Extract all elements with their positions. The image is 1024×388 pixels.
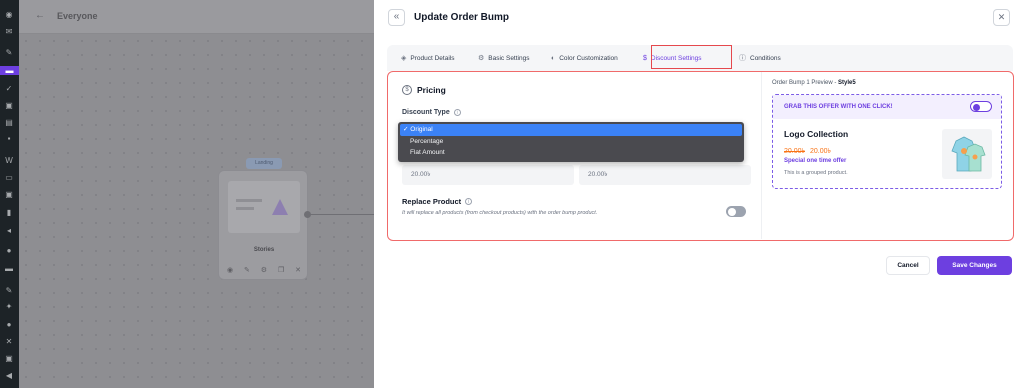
palette-icon: ◐: [551, 54, 556, 62]
bump-cta: GRAB THIS OFFER WITH ONE CLICK!: [784, 104, 893, 110]
preview-label-text: Order Bump 1 Preview -: [772, 80, 839, 86]
flow-step-node[interactable]: Landing Stories ◉ ✎ ⚙ ❐ ✕: [218, 158, 308, 280]
marketing-icon[interactable]: ◂: [4, 226, 14, 235]
tab-label: Color Customization: [559, 54, 618, 62]
settings-icon[interactable]: ▣: [4, 354, 14, 363]
tab-bar: ◈ Product Details ⚙ Basic Settings ◐ Col…: [387, 45, 1013, 71]
step-name: Stories: [253, 247, 275, 253]
offer-text: Special one time offer: [784, 158, 847, 164]
info-icon: ⓘ: [739, 55, 746, 62]
preview-section: Order Bump 1 Preview - Style5 GRAB THIS …: [772, 72, 1012, 239]
save-changes-button[interactable]: Save Changes: [937, 256, 1012, 275]
dashboard-icon[interactable]: ◉: [4, 10, 14, 19]
discount-type-dropdown[interactable]: ✓ Original Percentage Flat Amount: [398, 122, 744, 162]
product-description: This is a grouped product.: [784, 170, 848, 176]
replace-product-text: Replace Product: [402, 197, 462, 206]
payments-icon[interactable]: ▣: [4, 190, 14, 199]
preview-style: Style5: [838, 80, 856, 86]
replace-product-description: It will replace all products (from check…: [402, 210, 598, 216]
view-icon[interactable]: ◉: [227, 266, 233, 274]
discount-type-text: Discount Type: [402, 109, 450, 116]
step-thumbnail: [228, 181, 300, 233]
option-percentage[interactable]: Percentage: [400, 136, 742, 148]
flow-title: Everyone: [57, 11, 98, 21]
option-original[interactable]: ✓ Original: [400, 124, 742, 136]
order-bump-preview: GRAB THIS OFFER WITH ONE CLICK! Logo Col…: [772, 94, 1002, 189]
back-arrow-icon[interactable]: ←: [35, 10, 45, 21]
dollar-icon: $: [643, 54, 647, 62]
tab-conditions[interactable]: ⓘ Conditions: [739, 45, 781, 71]
tab-label: Product Details: [410, 54, 455, 62]
dollar-icon: $: [402, 85, 412, 95]
tools-icon[interactable]: ✕: [4, 337, 14, 346]
replace-product-toggle[interactable]: [726, 206, 746, 217]
products-icon[interactable]: ▭: [4, 173, 14, 182]
discounted-price-input[interactable]: 20.00৳: [579, 165, 751, 185]
box-icon: ◈: [401, 55, 407, 62]
bump-header: GRAB THIS OFFER WITH ONE CLICK!: [773, 95, 1001, 119]
cancel-button[interactable]: Cancel: [886, 256, 930, 275]
discount-type-label: Discount Type i: [402, 109, 461, 116]
woo-icon[interactable]: W: [4, 156, 14, 165]
pricing-title: $ Pricing: [402, 85, 446, 95]
product-image: [942, 129, 992, 179]
tab-basic-settings[interactable]: ⚙ Basic Settings: [478, 45, 529, 71]
step-tools: ◉ ✎ ⚙ ❐ ✕: [227, 266, 301, 274]
gear-icon: ⚙: [478, 55, 485, 62]
pricing-title-text: Pricing: [417, 85, 446, 95]
discount-value-input[interactable]: 20.00৳: [402, 165, 574, 185]
close-icon: ✕: [997, 12, 1006, 22]
users-icon[interactable]: ●: [4, 320, 14, 329]
replace-product-title: Replace Product i: [402, 197, 473, 206]
settings-icon[interactable]: ⚙: [261, 266, 267, 274]
pages-icon[interactable]: ▤: [4, 118, 14, 127]
double-chevron-left-icon: «: [393, 11, 400, 22]
new-price: 20.00৳: [809, 148, 831, 155]
analytics-icon[interactable]: ▮: [4, 208, 14, 217]
product-price: 20.00৳ 20.00৳: [784, 145, 831, 157]
mail-icon[interactable]: ✉: [4, 27, 14, 36]
close-button[interactable]: ✕: [993, 9, 1010, 26]
old-price: 20.00৳: [784, 148, 806, 155]
tab-product-details[interactable]: ◈ Product Details: [401, 45, 454, 71]
delete-icon[interactable]: ✕: [295, 266, 301, 274]
flow-canvas: ← Everyone Landing Stories ◉ ✎ ⚙ ❐ ✕: [19, 0, 374, 388]
info-icon[interactable]: i: [453, 109, 461, 116]
preview-label: Order Bump 1 Preview - Style5: [772, 80, 856, 86]
admin-sidebar: ◉ ✉ ✎ ▬ ✓ ▣ ▤ ▪ W ▭ ▣ ▮ ◂ ● ▬ ✎ ✦ ● ✕ ▣ …: [0, 0, 19, 388]
appearance-icon[interactable]: ✎: [4, 286, 14, 295]
modal-title: Update Order Bump: [414, 12, 510, 23]
tab-label: Basic Settings: [488, 54, 530, 62]
pricing-section: $ Pricing Discount Type i 20.00৳ 20.00৳ …: [388, 72, 762, 239]
tab-color-customization[interactable]: ◐ Color Customization: [551, 45, 618, 71]
canvas-grid: [19, 34, 374, 388]
cartflows-icon[interactable]: ▬: [0, 66, 19, 75]
step-tag: Landing: [246, 158, 282, 169]
collapse-button[interactable]: «: [388, 9, 405, 26]
checklist-icon[interactable]: ✓: [4, 84, 14, 93]
tab-highlight-box: [651, 45, 732, 69]
canvas-topbar: ← Everyone: [19, 0, 374, 34]
clone-icon[interactable]: ❐: [278, 266, 284, 274]
option-label: Original: [410, 126, 433, 133]
tab-label: Conditions: [750, 54, 781, 62]
order-bump-modal: « Update Order Bump ✕ ◈ Product Details …: [374, 0, 1024, 388]
flow-connector: [304, 211, 374, 218]
option-flat-amount[interactable]: Flat Amount: [400, 147, 742, 159]
product-name: Logo Collection: [784, 129, 849, 139]
discount-settings-panel: $ Pricing Discount Type i 20.00৳ 20.00৳ …: [387, 71, 1014, 241]
templates-icon[interactable]: ▬: [4, 264, 14, 273]
bump-accept-toggle[interactable]: [970, 101, 992, 112]
plugins-icon[interactable]: ✦: [4, 302, 14, 311]
collapse-icon[interactable]: ◀: [4, 371, 14, 380]
info-icon[interactable]: i: [465, 198, 473, 205]
elementor-icon[interactable]: ●: [4, 246, 14, 255]
edit-icon[interactable]: ✎: [244, 266, 250, 274]
media-icon[interactable]: ▣: [4, 101, 14, 110]
pin-icon[interactable]: ✎: [4, 48, 14, 57]
comments-icon[interactable]: ▪: [4, 134, 14, 143]
